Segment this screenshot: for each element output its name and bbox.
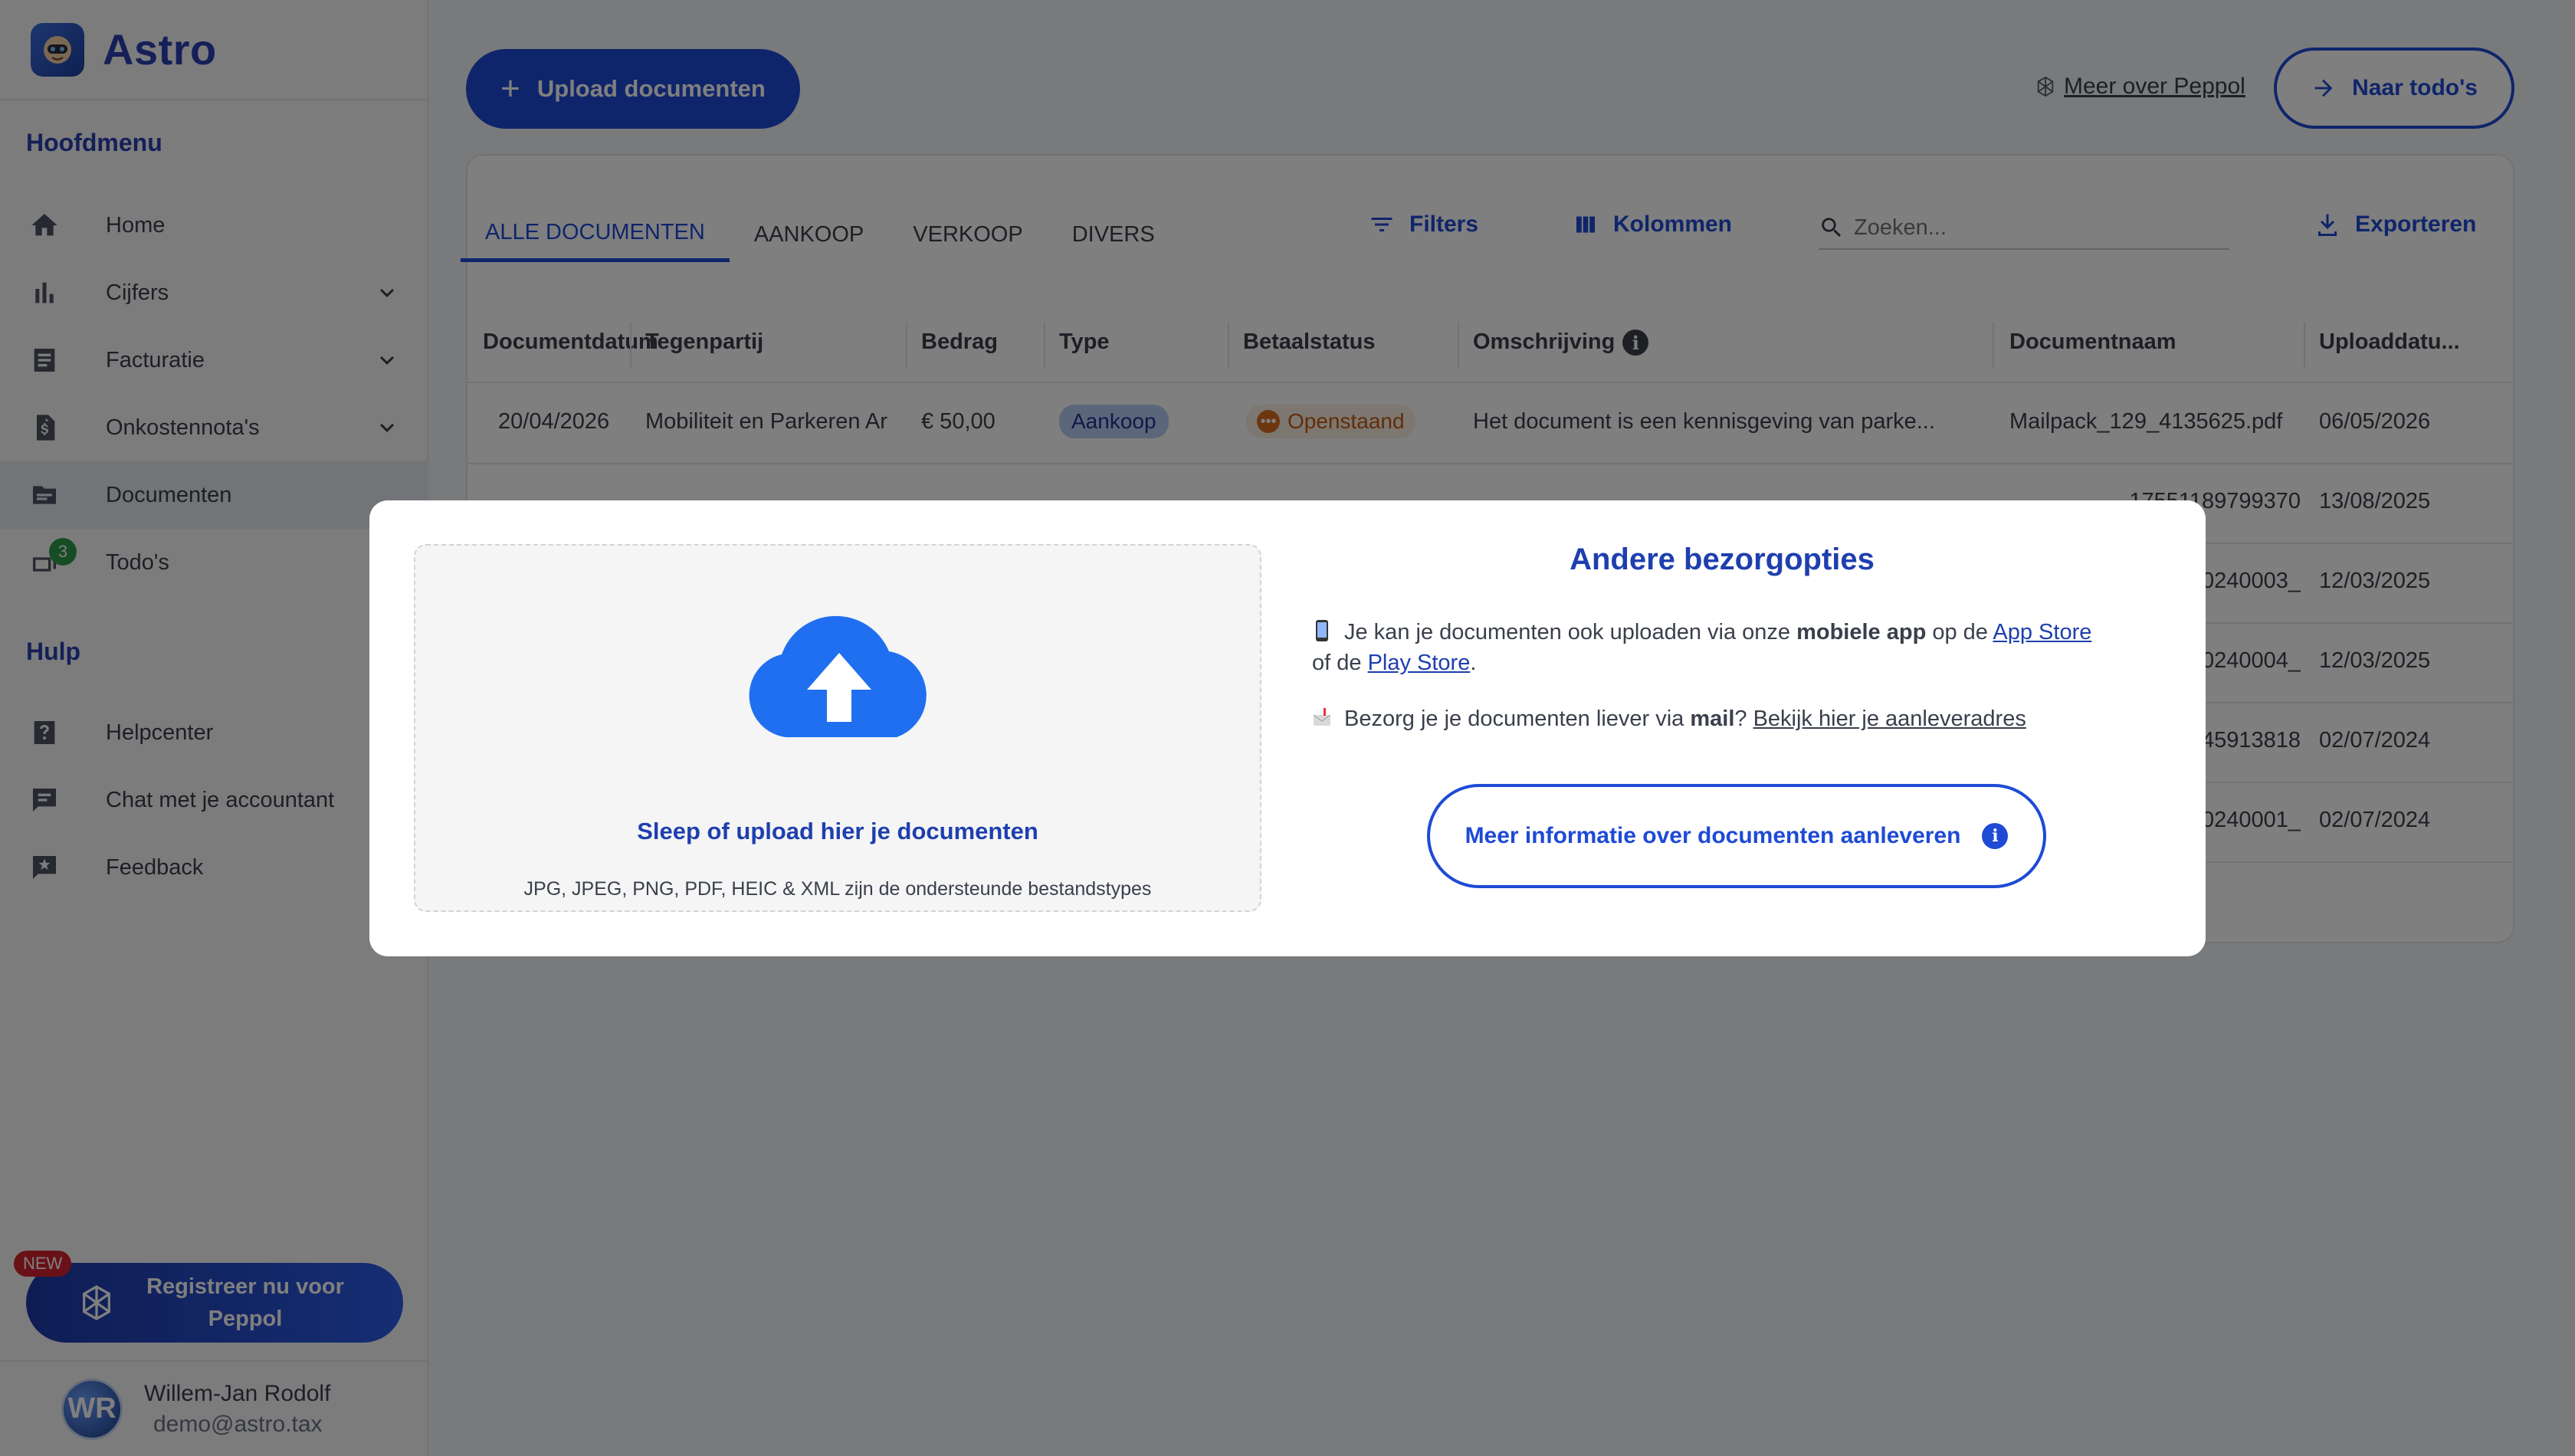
upload-modal: Sleep of upload hier je documenten JPG, … bbox=[369, 500, 2206, 956]
mail-text-2: ? bbox=[1734, 707, 1753, 731]
mobile-app-bold: mobiele app bbox=[1796, 620, 1927, 644]
mobile-app-text-3: of de bbox=[1312, 651, 1368, 675]
mobile-app-text-2: op de bbox=[1926, 620, 1993, 644]
mobile-app-text-4: . bbox=[1470, 651, 1477, 675]
phone-icon bbox=[1316, 620, 1328, 641]
delivery-options-title: Andere bezorgopties bbox=[1570, 543, 1875, 576]
mail-text: Bezorg je je documenten liever via bbox=[1344, 707, 1691, 731]
file-dropzone[interactable]: Sleep of upload hier je documenten JPG, … bbox=[414, 544, 1261, 912]
more-info-label: Meer informatie over documenten aanlever… bbox=[1465, 823, 1961, 848]
supported-filetypes: JPG, JPEG, PNG, PDF, HEIC & XML zijn de … bbox=[523, 878, 1152, 900]
cloud-upload-icon bbox=[749, 615, 927, 737]
mobile-app-option: Je kan je documenten ook uploaden via on… bbox=[1312, 617, 2163, 678]
info-icon: i bbox=[1982, 823, 2009, 849]
mail-bold: mail bbox=[1690, 707, 1735, 731]
mail-option: Bezorg je je documenten liever via mail?… bbox=[1312, 703, 2163, 734]
more-info-button[interactable]: Meer informatie over documenten aanlever… bbox=[1427, 784, 2046, 888]
mobile-app-text: Je kan je documenten ook uploaden via on… bbox=[1344, 620, 1797, 644]
dropzone-title: Sleep of upload hier je documenten bbox=[637, 818, 1038, 844]
delivery-address-link[interactable]: Bekijk hier je aanleveradres bbox=[1753, 707, 2026, 731]
app-store-link[interactable]: App Store bbox=[1993, 620, 2091, 644]
play-store-link[interactable]: Play Store bbox=[1368, 651, 1471, 675]
mailbox-icon bbox=[1313, 708, 1331, 726]
